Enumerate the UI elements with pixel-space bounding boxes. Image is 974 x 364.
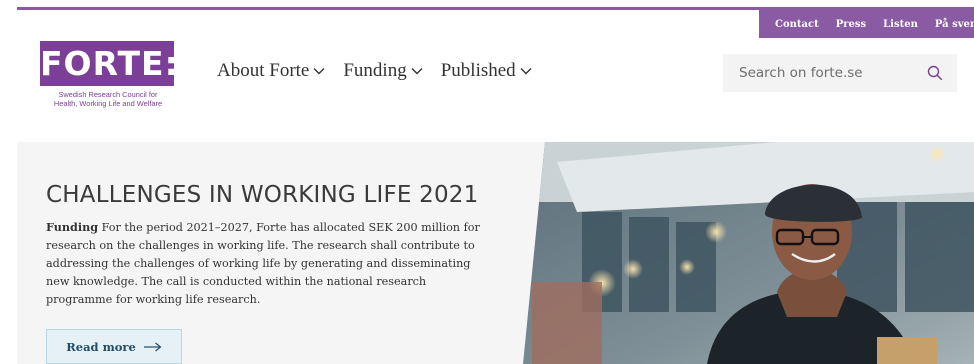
chevron-down-icon <box>520 68 532 75</box>
hero-description: For the period 2021–2027, Forte has allo… <box>46 221 480 306</box>
site-logo[interactable]: FORTE: Swedish Research Council for Heal… <box>38 41 178 108</box>
hero-body: Funding For the period 2021–2027, Forte … <box>46 218 486 309</box>
search-box <box>723 54 957 92</box>
utility-link-swedish[interactable]: På svenska <box>935 19 974 30</box>
read-more-label: Read more <box>66 339 136 354</box>
nav-item-label: Published <box>440 60 516 81</box>
logo-subtitle: Swedish Research Council for Health, Wor… <box>38 90 178 108</box>
nav-item-published[interactable]: Published <box>441 60 532 82</box>
nav-item-funding[interactable]: Funding <box>343 60 423 82</box>
read-more-button[interactable]: Read more <box>46 329 182 364</box>
chevron-down-icon <box>313 68 325 75</box>
search-icon[interactable] <box>927 65 943 81</box>
search-input[interactable] <box>737 64 927 82</box>
hero-title: CHALLENGES IN WORKING LIFE 2021 <box>46 182 479 208</box>
utility-link-press[interactable]: Press <box>836 19 866 30</box>
utility-link-listen[interactable]: Listen <box>883 19 918 30</box>
nav-item-label: About Forte <box>217 60 310 81</box>
logo-wordmark: FORTE: <box>40 41 178 86</box>
logo-subtitle-line2: Health, Working Life and Welfare <box>53 99 163 108</box>
main-nav: About Forte Funding Published <box>217 60 532 82</box>
hero-category: Funding <box>46 220 99 234</box>
chevron-down-icon <box>411 68 423 75</box>
nav-item-label: Funding <box>343 60 407 81</box>
hero-text: CHALLENGES IN WORKING LIFE 2021 Funding … <box>46 182 486 309</box>
arrow-right-icon <box>143 342 162 351</box>
logo-subtitle-line1: Swedish Research Council for <box>58 90 158 99</box>
utility-link-contact[interactable]: Contact <box>775 19 819 30</box>
nav-item-about-forte[interactable]: About Forte <box>217 60 325 82</box>
hero-banner: CHALLENGES IN WORKING LIFE 2021 Funding … <box>17 142 974 364</box>
utility-nav: Contact Press Listen På svenska <box>759 10 974 38</box>
